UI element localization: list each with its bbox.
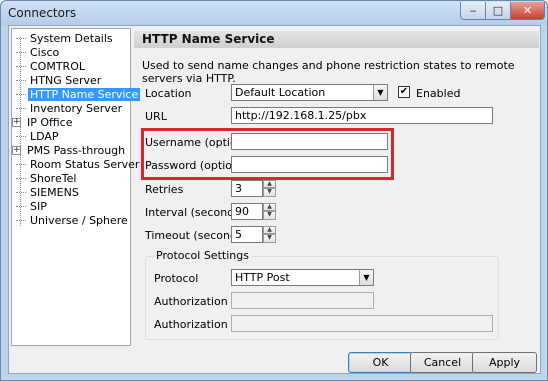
maximize-icon: □ <box>492 4 504 17</box>
tree-item-http-name-service[interactable]: HTTP Name Service <box>16 87 141 101</box>
authorization-id-label: Authorization ID <box>154 295 243 308</box>
interval-stepper[interactable]: 90 ▲ ▼ <box>231 203 276 220</box>
chevron-down-icon: ▼ <box>359 270 373 285</box>
protocol-value: HTTP Post <box>235 271 290 284</box>
authorization-key-input[interactable] <box>231 315 493 332</box>
cancel-button[interactable]: Cancel <box>410 352 475 373</box>
window-title: Connectors <box>8 6 77 20</box>
settings-panel: HTTP Name Service Used to send name chan… <box>134 28 539 346</box>
spin-down-icon[interactable]: ▼ <box>263 234 276 243</box>
location-label: Location <box>145 87 192 100</box>
tree-item-system-details[interactable]: System Details <box>16 31 115 45</box>
spin-up-icon[interactable]: ▲ <box>263 203 276 211</box>
tree-item-comtrol[interactable]: COMTROL <box>16 59 87 73</box>
retries-label: Retries <box>145 183 184 196</box>
minimize-icon: ‒ <box>469 4 477 17</box>
protocol-select[interactable]: HTTP Post ▼ <box>231 269 374 286</box>
maximize-button[interactable]: □ <box>485 2 511 20</box>
protocol-settings-title: Protocol Settings <box>154 249 251 262</box>
apply-button[interactable]: Apply <box>472 352 537 373</box>
username-input[interactable] <box>231 133 388 150</box>
ok-button[interactable]: OK <box>348 352 413 373</box>
expand-icon[interactable]: + <box>12 145 21 155</box>
title-bar[interactable]: Connectors ‒ □ ✕ <box>1 1 547 25</box>
location-value: Default Location <box>235 86 326 99</box>
dialog-client-area: System Details Cisco COMTROL HTNG Server… <box>8 25 541 374</box>
close-icon: ✕ <box>522 4 533 17</box>
connector-tree[interactable]: System Details Cisco COMTROL HTNG Server… <box>11 28 141 346</box>
tree-item-universe-sphere[interactable]: Universe / Sphere <box>16 213 130 227</box>
timeout-input[interactable]: 5 <box>231 226 263 243</box>
tree-item-pms-pass-through[interactable]: + PMS Pass-through <box>12 143 127 157</box>
spin-down-icon[interactable]: ▼ <box>263 188 276 197</box>
chevron-down-icon: ▼ <box>373 85 387 100</box>
interval-label: Interval (seconds) <box>145 206 245 219</box>
password-input[interactable] <box>231 156 388 173</box>
tree-item-sip[interactable]: SIP <box>16 199 49 213</box>
url-label: URL <box>145 110 167 123</box>
spin-down-icon[interactable]: ▼ <box>263 211 276 220</box>
spin-up-icon[interactable]: ▲ <box>263 226 276 234</box>
tree-item-room-status-server[interactable]: Room Status Server <box>16 157 141 171</box>
minimize-button[interactable]: ‒ <box>460 2 486 20</box>
expand-icon[interactable]: + <box>12 117 21 127</box>
connectors-window: Connectors ‒ □ ✕ System Details Cisco CO… <box>0 0 548 381</box>
protocol-label: Protocol <box>154 272 199 285</box>
retries-input[interactable]: 3 <box>231 180 263 197</box>
interval-input[interactable]: 90 <box>231 203 263 220</box>
authorization-id-input[interactable] <box>231 292 374 309</box>
tree-item-ip-office[interactable]: + IP Office <box>12 115 74 129</box>
tree-item-htng-server[interactable]: HTNG Server <box>16 73 103 87</box>
tree-item-shoretel[interactable]: ShoreTel <box>16 171 78 185</box>
spin-up-icon[interactable]: ▲ <box>263 180 276 188</box>
close-button[interactable]: ✕ <box>510 2 545 20</box>
tree-item-siemens[interactable]: SIEMENS <box>16 185 81 199</box>
tree-item-cisco[interactable]: Cisco <box>16 45 61 59</box>
checkmark-icon: ✔ <box>399 86 409 97</box>
tree-item-inventory-server[interactable]: Inventory Server <box>16 101 124 115</box>
enabled-label: Enabled <box>416 87 461 100</box>
retries-stepper[interactable]: 3 ▲ ▼ <box>231 180 276 197</box>
location-select[interactable]: Default Location ▼ <box>231 84 388 101</box>
panel-description: Used to send name changes and phone rest… <box>142 59 515 85</box>
url-input[interactable]: http://192.168.1.25/pbx <box>231 107 493 124</box>
enabled-checkbox[interactable]: ✔ <box>398 86 410 98</box>
tree-item-ldap[interactable]: LDAP <box>16 129 61 143</box>
timeout-stepper[interactable]: 5 ▲ ▼ <box>231 226 276 243</box>
panel-title: HTTP Name Service <box>134 31 539 48</box>
